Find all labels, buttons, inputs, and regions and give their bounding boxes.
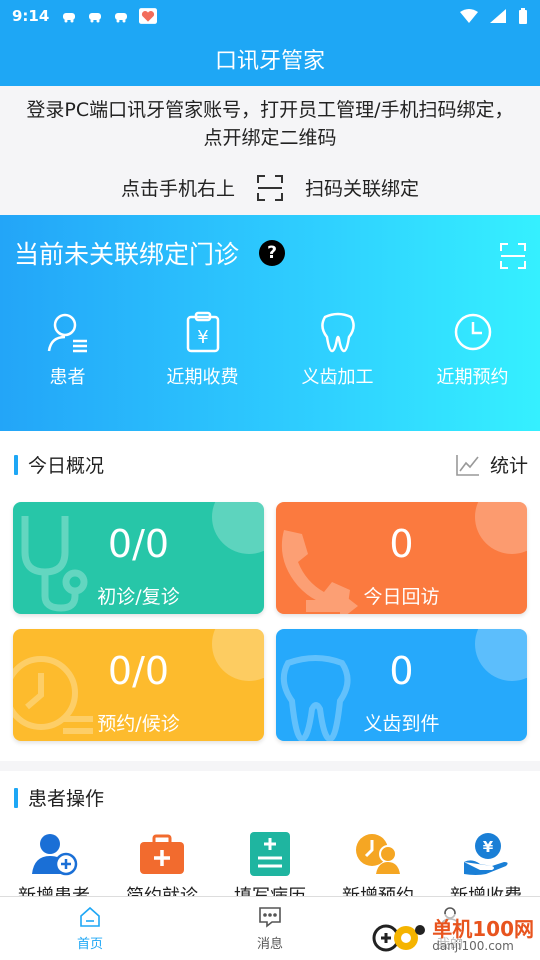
watermark-brand: 单机100网: [432, 917, 534, 942]
message-icon: [259, 907, 281, 928]
car-icon: [115, 13, 128, 23]
menu-item-denture-processing[interactable]: 义齿加工: [270, 311, 405, 389]
operations-header: 患者操作: [14, 784, 104, 811]
home-icon: [80, 906, 100, 927]
today-overview-section: 今日概况 统计 0/0 初诊/复诊 0 今日回访 0/0 预约/候诊 0 义齿到…: [0, 431, 540, 761]
op-simple-visit[interactable]: 简约就诊: [108, 832, 216, 898]
appointment-icon: [356, 834, 400, 874]
op-add-patient[interactable]: 新增患者: [0, 832, 108, 898]
menu-item-label: 义齿加工: [301, 367, 374, 388]
help-icon[interactable]: ?: [259, 240, 286, 266]
tab-label: 消息: [256, 937, 283, 952]
app-notification-icon: [139, 8, 158, 24]
menu-item-patient[interactable]: 患者: [0, 311, 135, 389]
operations-title: 患者操作: [28, 788, 105, 810]
tab-home[interactable]: 首页: [0, 897, 180, 960]
scan-code-icon[interactable]: [500, 243, 526, 269]
menu-item-label: 患者: [49, 367, 86, 388]
tab-messages[interactable]: 消息: [180, 897, 360, 960]
wifi-icon: [460, 9, 478, 23]
statistics-label: 统计: [489, 455, 528, 477]
menu-item-label: 近期预约: [436, 367, 509, 388]
app-title-bar: 口讯牙管家: [0, 32, 540, 86]
status-bar: 9:14: [0, 0, 540, 32]
tap-hint-suffix: 扫码关联绑定: [305, 178, 420, 200]
binding-notice: 登录PC端口讯牙管家账号，打开员工管理/手机扫码绑定，点开绑定二维码 点击手机右…: [0, 86, 540, 215]
card-label: 今日回访: [363, 586, 440, 608]
section-accent-bar: [14, 787, 18, 808]
payment-icon: ¥: [464, 833, 508, 875]
status-time: 9:14: [12, 7, 50, 25]
clinic-hero-panel: 当前未关联绑定门诊 ? 患者 ¥ 近期收费 义齿加工 近期预约: [0, 215, 540, 431]
card-today-follow-up[interactable]: 0 今日回访: [276, 502, 527, 614]
page-title: 口讯牙管家: [214, 49, 325, 74]
watermark-logo: [372, 924, 426, 952]
operations-grid: 新增患者 简约就诊 填写病历 新增预约 ¥ 新增收费: [0, 832, 540, 898]
watermark: 单机100网 danji100.com: [368, 914, 538, 958]
menu-item-recent-appointments[interactable]: 近期预约: [405, 311, 540, 389]
card-value: 0/0: [107, 649, 170, 693]
clock-icon: [454, 313, 491, 351]
card-value: 0: [389, 649, 414, 693]
op-add-appointment[interactable]: 新增预约: [324, 832, 432, 898]
binding-tap-hint: 点击手机右上 扫码关联绑定: [0, 174, 540, 201]
battery-icon: [519, 8, 527, 24]
chart-icon: [456, 454, 479, 476]
car-icon: [89, 13, 102, 23]
statistics-link[interactable]: 统计: [456, 451, 528, 478]
hero-title-row: 当前未关联绑定门诊 ?: [14, 235, 286, 271]
card-first-return-visit[interactable]: 0/0 初诊/复诊: [13, 502, 264, 614]
watermark-url: danji100.com: [432, 939, 514, 954]
svg-text:¥: ¥: [197, 327, 208, 348]
fee-icon: ¥: [186, 311, 219, 353]
card-value: 0: [389, 522, 414, 566]
scan-icon: [257, 174, 283, 201]
binding-instruction: 登录PC端口讯牙管家账号，打开员工管理/手机扫码绑定，点开绑定二维码: [26, 99, 514, 149]
op-fill-record[interactable]: 填写病历: [216, 832, 324, 898]
menu-item-label: 近期收费: [166, 367, 239, 388]
card-label: 义齿到件: [363, 713, 440, 735]
medical-kit-icon: [140, 834, 184, 874]
hero-title: 当前未关联绑定门诊: [14, 240, 240, 269]
tooth-icon: [320, 312, 355, 353]
svg-text:¥: ¥: [483, 838, 494, 856]
card-appointment-waiting[interactable]: 0/0 预约/候诊: [13, 629, 264, 741]
car-icon: [63, 13, 76, 23]
card-value: 0/0: [107, 522, 170, 566]
section-accent-bar: [14, 454, 18, 475]
patient-icon: [47, 313, 87, 353]
op-add-payment[interactable]: ¥ 新增收费: [432, 832, 540, 898]
hero-menu: 患者 ¥ 近期收费 义齿加工 近期预约: [0, 311, 540, 389]
card-label: 初诊/复诊: [97, 586, 180, 608]
card-label: 预约/候诊: [97, 713, 180, 735]
record-icon: [250, 832, 290, 876]
add-patient-icon: [32, 834, 78, 876]
menu-item-recent-fees[interactable]: ¥ 近期收费: [135, 311, 270, 389]
card-denture-arrival[interactable]: 0 义齿到件: [276, 629, 527, 741]
tap-hint-prefix: 点击手机右上: [120, 178, 235, 200]
overview-header: 今日概况: [14, 451, 104, 478]
overview-title: 今日概况: [28, 455, 105, 477]
signal-icon: [490, 9, 506, 23]
tab-label: 首页: [76, 937, 103, 952]
